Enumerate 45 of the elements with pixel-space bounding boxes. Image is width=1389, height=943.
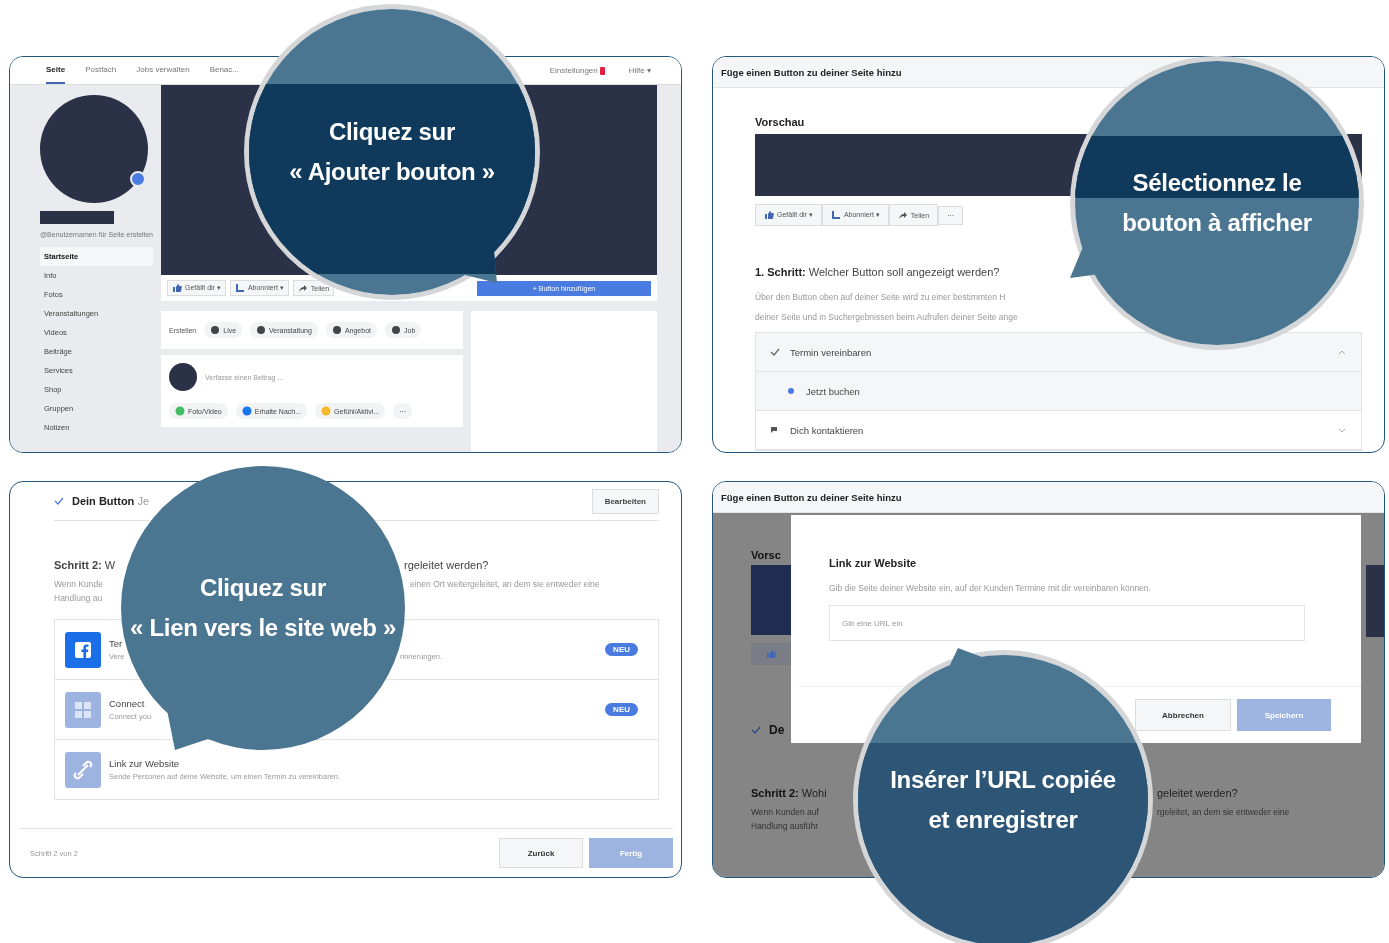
- nav-link[interactable]: Einstellungen: [549, 66, 598, 75]
- step-description: Handlung au: [54, 592, 103, 605]
- dialog-title: Füge einen Button zu deiner Seite hinzu: [713, 482, 1384, 513]
- callout-text: Cliquez sur: [328, 117, 455, 147]
- step-description: Wenn Kunde: [54, 578, 103, 591]
- new-badge: NEU: [605, 703, 638, 716]
- new-badge: NEU: [605, 643, 638, 656]
- step-description: Über den Button oben auf deiner Seite wird zu einer bestimmten H: [755, 292, 1006, 302]
- button-option[interactable]: Dich kontaktieren: [756, 411, 1361, 450]
- preview-label: Vorsc: [751, 549, 782, 561]
- button-option[interactable]: Jetzt buchen: [756, 372, 1361, 411]
- preview-label: Vorschau: [755, 116, 806, 128]
- option-title: Connect: [109, 698, 145, 709]
- button-option[interactable]: Termin vereinbaren: [756, 333, 1361, 372]
- step-heading: rgeleitet werden?: [404, 559, 489, 571]
- step-description: Handlung ausführ: [751, 820, 819, 833]
- nav-tab[interactable]: Jobs verwalten: [136, 57, 190, 84]
- step-heading: Schritt 2: W: [54, 559, 116, 571]
- callout-text: et enregistrer: [928, 805, 1078, 835]
- step-heading: 1. Schritt: Welcher Button soll angezeigt werden?: [755, 266, 1001, 278]
- step-description: Wenn Kunden auf: [751, 806, 819, 819]
- callout-text: Cliquez sur: [199, 573, 326, 603]
- step-description: rgeleitet, an dem sie entweder eine: [1157, 806, 1290, 819]
- step-description: einen Ort weitergeleitet, an dem sie entweder eine: [410, 578, 600, 591]
- dialog-heading: Link zur Website: [829, 557, 918, 569]
- step-heading: geleitet werden?: [1157, 787, 1238, 799]
- nav-tab[interactable]: Benac...: [209, 57, 239, 84]
- edit-button[interactable]: Bearbeiten: [591, 488, 659, 514]
- cancel-button[interactable]: Abbrechen: [1135, 699, 1231, 731]
- callout-text: Sélectionnez le: [1132, 168, 1302, 198]
- nav-tab[interactable]: Postfach: [85, 57, 117, 84]
- option-title: Ter: [109, 638, 123, 649]
- callout-text: « Ajouter bouton »: [289, 157, 495, 187]
- back-button[interactable]: Zurück: [499, 838, 583, 868]
- callout-text: « Lien vers le site web »: [130, 613, 396, 643]
- callout-text: Insérer l’URL copiée: [890, 765, 1116, 795]
- url-input-field[interactable]: Gib eine URL ein: [829, 605, 1305, 641]
- option-title: Link zur Website: [109, 758, 180, 769]
- step-heading: Schritt 2: Wohi: [751, 787, 827, 799]
- step-description: deiner Seite und in Suchergebnissen beim Aufrufen deiner Seite ange: [755, 312, 1018, 322]
- chosen-button-text: Dein Button Je: [72, 495, 149, 507]
- callout-text: bouton à afficher: [1122, 208, 1312, 238]
- nav-link[interactable]: Hilfe ▾: [628, 66, 651, 75]
- dialog-description: Gib die Seite deiner Website ein, auf der Kunden Termine mit dir vereinbaren können.: [829, 583, 1152, 593]
- chosen-button-text: De: [769, 723, 785, 737]
